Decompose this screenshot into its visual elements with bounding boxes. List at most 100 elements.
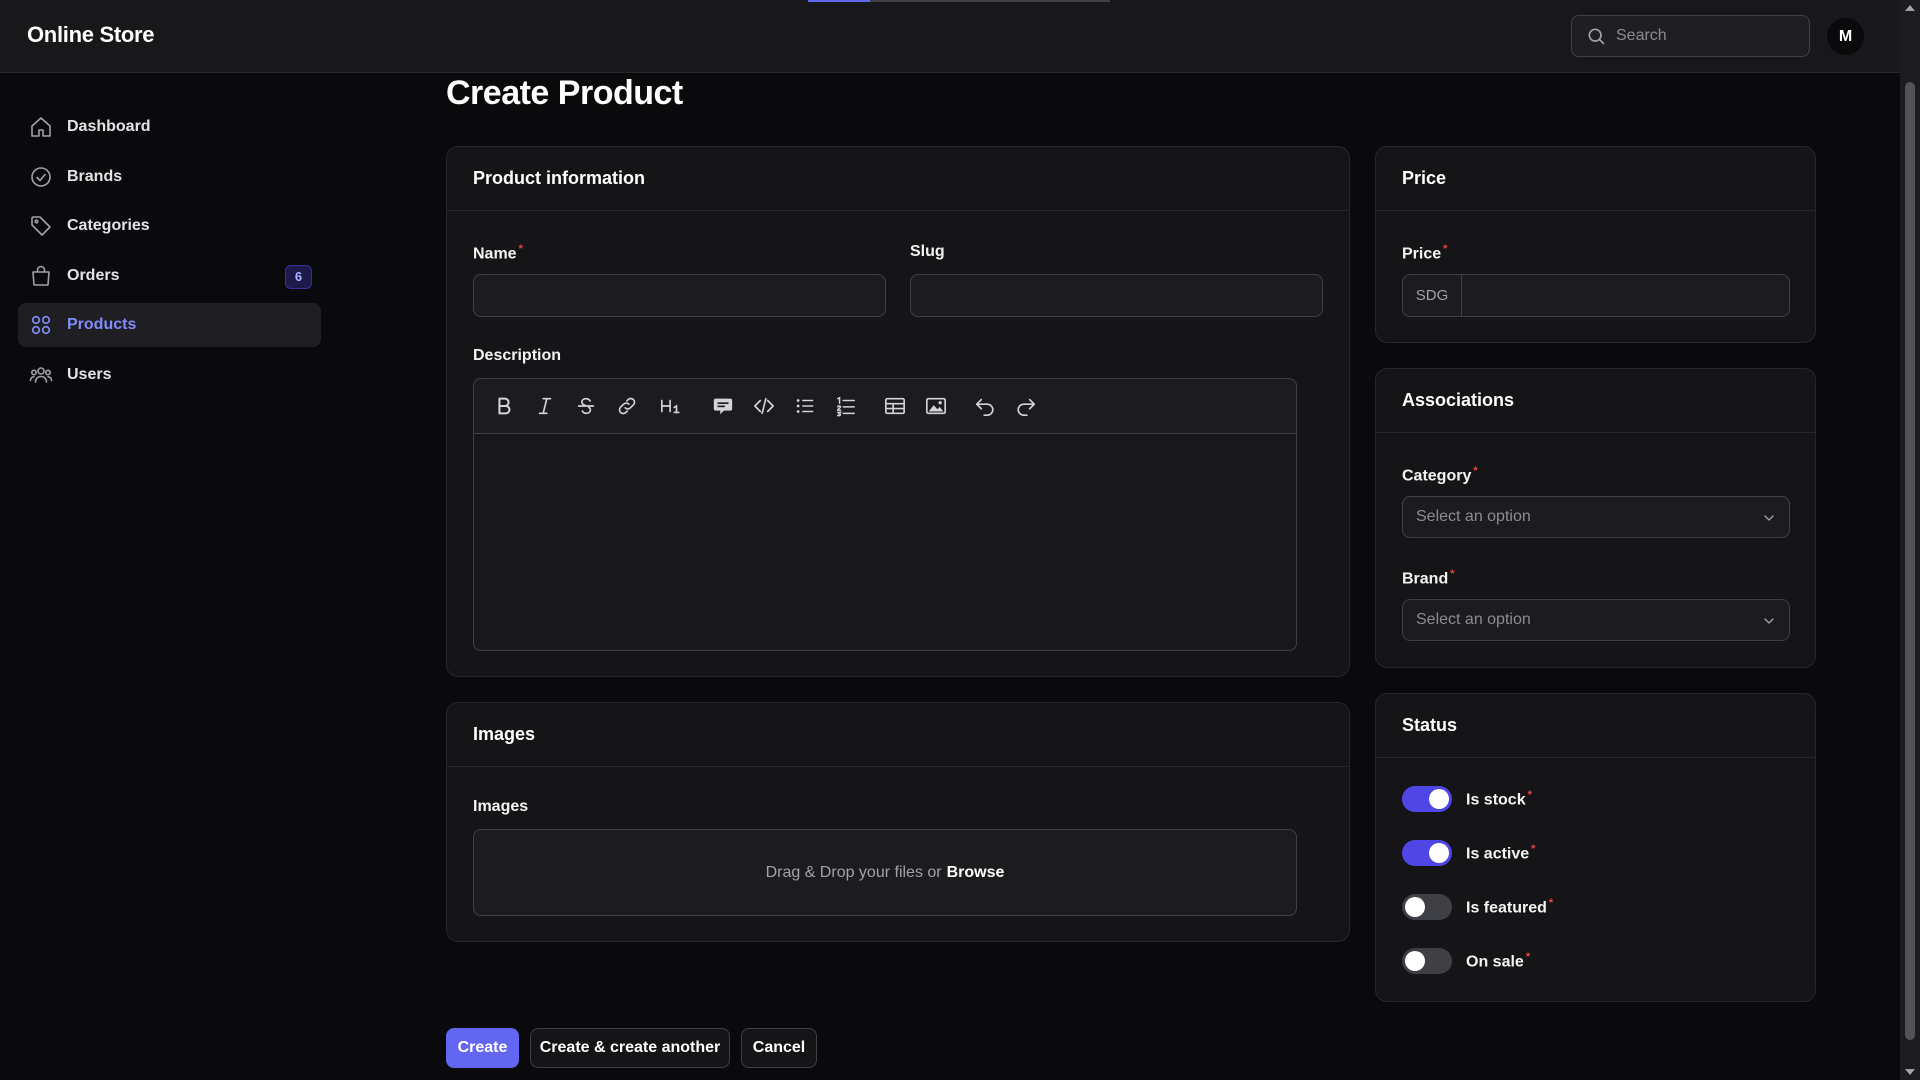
is-featured-toggle[interactable]	[1402, 894, 1452, 920]
description-editor-content[interactable]	[474, 434, 1296, 650]
user-avatar[interactable]: M	[1827, 18, 1864, 55]
redo-button[interactable]	[1010, 390, 1042, 422]
sidebar-item-dashboard[interactable]: Dashboard	[18, 105, 321, 149]
scroll-down-arrow[interactable]	[1905, 1069, 1915, 1075]
link-button[interactable]	[611, 390, 643, 422]
associations-card: Associations Category * Select an option …	[1375, 368, 1816, 668]
loading-progress-indicator	[808, 0, 870, 2]
brand-select-value: Select an option	[1416, 611, 1531, 628]
name-field[interactable]	[473, 274, 886, 317]
required-marker: *	[1548, 896, 1554, 909]
scrollbar-thumb[interactable]	[1905, 82, 1915, 1040]
on-sale-toggle[interactable]	[1402, 948, 1452, 974]
bold-button[interactable]	[488, 390, 520, 422]
cancel-button[interactable]: Cancel	[741, 1028, 817, 1068]
toggle-knob	[1429, 843, 1449, 863]
app-title[interactable]: Online Store	[27, 22, 155, 48]
undo-icon	[975, 398, 994, 416]
link-icon	[618, 397, 636, 415]
create-and-create-another-button[interactable]: Create & create another	[530, 1028, 730, 1068]
code-button[interactable]	[748, 390, 780, 422]
sidebar-item-products[interactable]: Products	[18, 303, 321, 347]
bold-icon	[498, 397, 511, 415]
loading-progress-track	[870, 0, 1110, 2]
search-icon	[1588, 28, 1605, 45]
sidebar-item-label: Categories	[67, 217, 150, 234]
brand-select[interactable]: Select an option	[1402, 599, 1790, 641]
on-sale-row: On sale *	[1402, 948, 1530, 974]
card-heading: Associations	[1376, 369, 1815, 433]
undo-button[interactable]	[969, 390, 1001, 422]
home-icon	[31, 117, 51, 137]
image-upload-dropzone[interactable]: Drag & Drop your files or Browse	[473, 829, 1297, 916]
page-scrollbar[interactable]	[1900, 0, 1920, 1080]
dropzone-text: Drag & Drop your files or	[765, 863, 942, 881]
italic-button[interactable]	[529, 390, 561, 422]
check-circle-icon	[31, 166, 51, 187]
blockquote-button[interactable]	[707, 390, 739, 422]
price-field-label: Price *	[1402, 243, 1448, 263]
table-button[interactable]	[879, 390, 911, 422]
is-active-row: Is active *	[1402, 840, 1535, 866]
global-search[interactable]	[1571, 15, 1810, 57]
is-featured-row: Is featured *	[1402, 894, 1553, 920]
numbered-list-button[interactable]	[830, 390, 862, 422]
sidebar-item-users[interactable]: Users	[18, 353, 321, 397]
required-marker: *	[1531, 842, 1536, 855]
product-information-card: Product information Name * Slug Descripti…	[446, 146, 1350, 677]
sidebar-item-label: Users	[67, 365, 112, 383]
users-icon	[29, 366, 53, 383]
heading-button[interactable]	[652, 390, 690, 422]
chevron-down-icon	[1764, 618, 1774, 624]
table-icon	[885, 397, 905, 415]
heading-icon	[661, 399, 680, 414]
description-field-label: Description	[473, 347, 562, 364]
sidebar-item-orders[interactable]: Orders 6	[18, 254, 321, 298]
name-field-label: Name *	[473, 243, 523, 263]
card-heading: Product information	[447, 147, 1349, 211]
slug-field-label: Slug	[910, 243, 945, 260]
toggle-label: Is featured *	[1466, 896, 1554, 917]
images-card: Images Images Drag & Drop your files or …	[446, 702, 1350, 942]
sidebar-item-label: Brands	[67, 167, 123, 185]
grid-icon	[31, 315, 51, 335]
chevron-down-icon	[1764, 515, 1774, 521]
strikethrough-button[interactable]	[570, 390, 602, 422]
description-rich-editor	[473, 378, 1297, 651]
slug-field[interactable]	[910, 274, 1323, 317]
sidebar-nav: Dashboard Brands Categories Orders 6 Pro…	[18, 105, 321, 402]
card-heading: Price	[1376, 147, 1815, 211]
italic-icon	[538, 397, 552, 415]
name-input[interactable]	[474, 275, 885, 316]
card-heading: Images	[447, 703, 1349, 767]
category-field-label: Category *	[1402, 465, 1478, 485]
scroll-up-arrow[interactable]	[1905, 5, 1915, 11]
page-title: Create Product	[446, 74, 683, 112]
sidebar-item-label: Products	[67, 316, 137, 333]
redo-icon	[1017, 398, 1036, 416]
card-heading: Status	[1376, 694, 1815, 758]
search-input[interactable]	[1616, 27, 1786, 45]
sidebar-item-brands[interactable]: Brands	[18, 155, 321, 199]
status-card: Status Is stock * Is active * Is featured *…	[1375, 693, 1816, 1002]
sidebar-item-label: Dashboard	[67, 118, 151, 135]
required-marker: *	[1525, 950, 1531, 963]
sidebar-item-categories[interactable]: Categories	[18, 204, 321, 248]
toggle-label: On sale *	[1466, 950, 1531, 971]
slug-input[interactable]	[911, 275, 1322, 316]
is-active-toggle[interactable]	[1402, 840, 1452, 866]
bullet-list-button[interactable]	[789, 390, 821, 422]
required-marker: *	[1473, 465, 1478, 477]
editor-toolbar	[474, 379, 1296, 434]
currency-prefix: SDG	[1403, 275, 1462, 316]
create-button[interactable]: Create	[446, 1028, 519, 1068]
brand-field-label: Brand *	[1402, 568, 1455, 588]
image-button[interactable]	[920, 390, 952, 422]
price-field[interactable]: SDG	[1402, 274, 1790, 317]
code-icon	[754, 397, 774, 415]
is-stock-toggle[interactable]	[1402, 786, 1452, 812]
required-marker: *	[1527, 788, 1532, 801]
category-select[interactable]: Select an option	[1402, 496, 1790, 538]
browse-files-link[interactable]: Browse	[947, 864, 1005, 882]
top-bar: Online Store M	[0, 0, 1900, 73]
